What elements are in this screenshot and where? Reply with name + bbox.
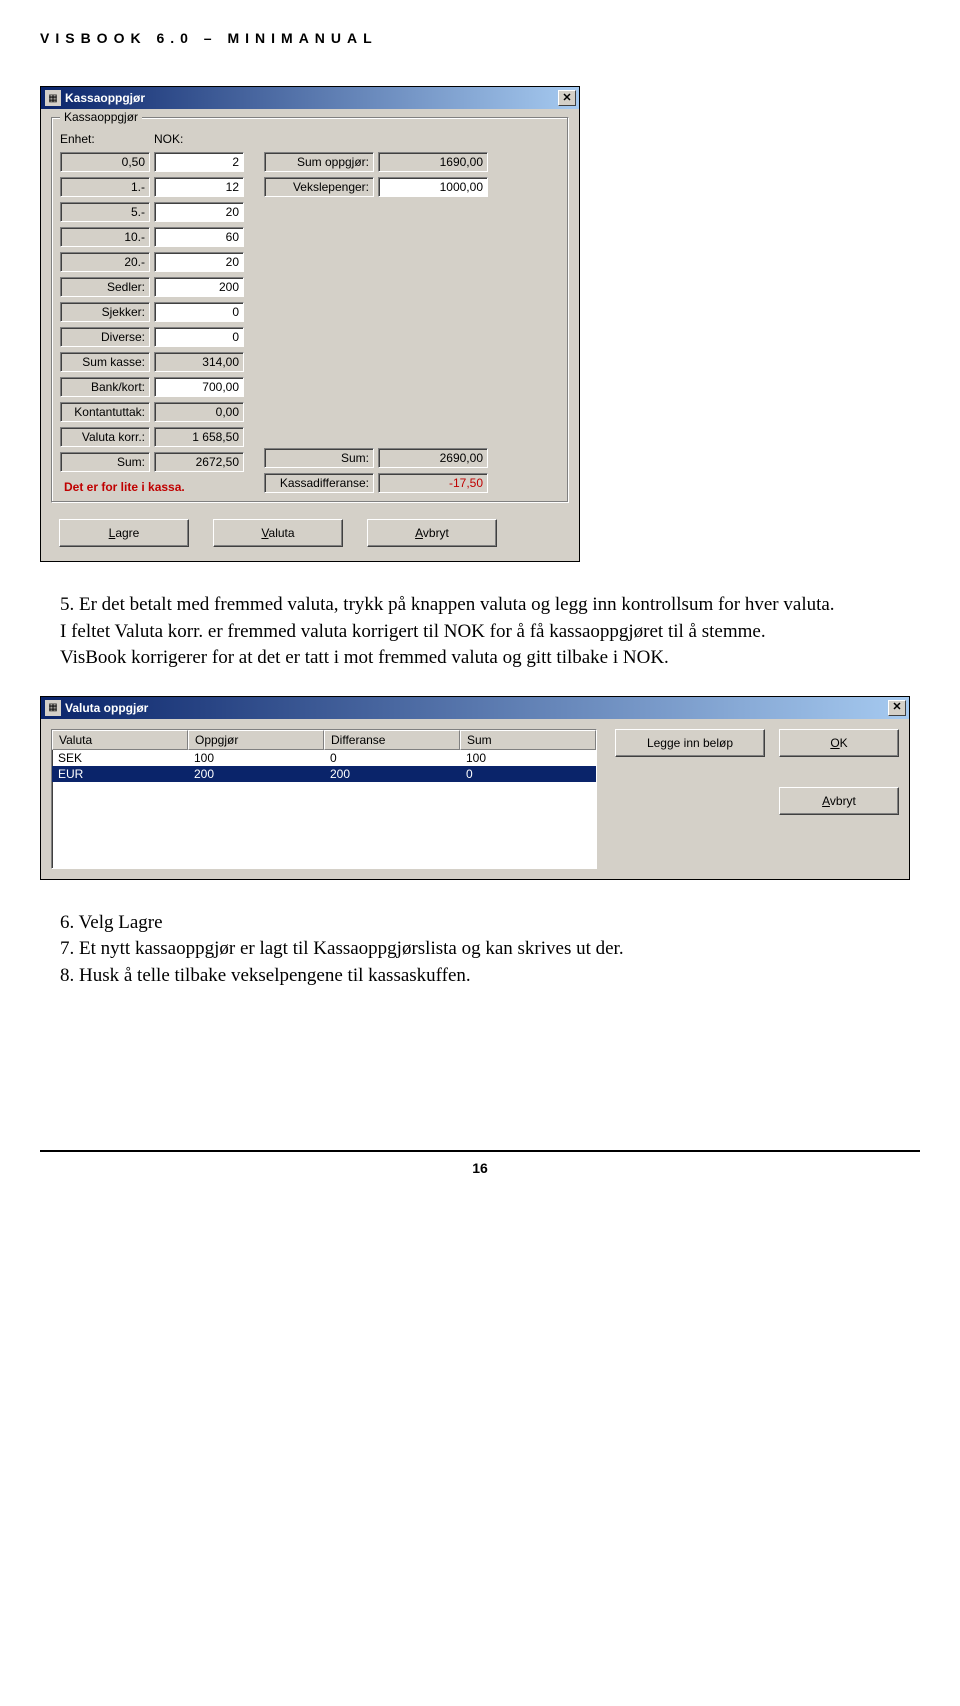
close-icon[interactable]: ✕ bbox=[888, 700, 906, 716]
vekslepenger-label: Vekslepenger: bbox=[264, 177, 374, 197]
ok-button[interactable]: OK bbox=[779, 729, 899, 757]
nok-input[interactable]: 20 bbox=[154, 252, 244, 272]
legge-inn-button[interactable]: Legge inn beløp bbox=[615, 729, 765, 757]
nok-header: NOK: bbox=[154, 132, 244, 146]
valuta-titlebar: ▦ Valuta oppgjør ✕ bbox=[41, 697, 909, 719]
instruction-5: 5. Er det betalt med fremmed valuta, try… bbox=[60, 592, 900, 672]
kassadiff-value: -17,50 bbox=[378, 473, 488, 493]
nok-input[interactable]: 200 bbox=[154, 277, 244, 297]
close-icon[interactable]: ✕ bbox=[558, 90, 576, 106]
right-sum-value: 2690,00 bbox=[378, 448, 488, 468]
nok-cell: 1 658,50 bbox=[154, 427, 244, 447]
kassa-left-column: Enhet: NOK: 0,502 1.-12 5.-20 10.-60 20.… bbox=[60, 132, 244, 494]
kassa-groupbox: Kassaoppgjør Enhet: NOK: 0,502 1.-12 5.-… bbox=[51, 117, 569, 503]
avbryt-button[interactable]: Avbryt bbox=[779, 787, 899, 815]
app-icon: ▦ bbox=[45, 90, 61, 106]
instructions-6-8: 6. Velg Lagre 7. Et nytt kassaoppgjør er… bbox=[60, 910, 900, 990]
nok-input[interactable]: 12 bbox=[154, 177, 244, 197]
nok-input[interactable]: 60 bbox=[154, 227, 244, 247]
kassa-group-label: Kassaoppgjør bbox=[60, 110, 142, 124]
enhet-cell: Kontantuttak: bbox=[60, 402, 150, 422]
enhet-cell: 0,50 bbox=[60, 152, 150, 172]
nok-cell: 314,00 bbox=[154, 352, 244, 372]
kassa-titlebar: ▦ Kassaoppgjør ✕ bbox=[41, 87, 579, 109]
col-valuta[interactable]: Valuta bbox=[52, 730, 188, 750]
nok-input[interactable]: 0 bbox=[154, 327, 244, 347]
kassa-window: ▦ Kassaoppgjør ✕ Kassaoppgjør Enhet: NOK… bbox=[40, 86, 580, 562]
valuta-table-header: Valuta Oppgjør Differanse Sum bbox=[52, 730, 596, 750]
enhet-cell: Bank/kort: bbox=[60, 377, 150, 397]
col-differanse[interactable]: Differanse bbox=[324, 730, 460, 750]
app-icon: ▦ bbox=[45, 700, 61, 716]
sum-oppgjor-label: Sum oppgjør: bbox=[264, 152, 374, 172]
nok-input[interactable]: 20 bbox=[154, 202, 244, 222]
page-header: VISBOOK 6.0 – MINIMANUAL bbox=[40, 30, 920, 46]
enhet-cell: 10.- bbox=[60, 227, 150, 247]
enhet-cell: Sjekker: bbox=[60, 302, 150, 322]
valuta-table[interactable]: Valuta Oppgjør Differanse Sum SEK 100 0 … bbox=[51, 729, 597, 869]
kassa-right-column: Sum oppgjør:1690,00 Vekslepenger:1000,00… bbox=[264, 132, 488, 494]
enhet-cell: Sedler: bbox=[60, 277, 150, 297]
table-row[interactable]: SEK 100 0 100 bbox=[52, 750, 596, 766]
enhet-cell: 1.- bbox=[60, 177, 150, 197]
nok-cell: 0,00 bbox=[154, 402, 244, 422]
col-sum[interactable]: Sum bbox=[460, 730, 596, 750]
kassa-button-bar: Lagre Valuta Avbryt bbox=[41, 509, 579, 561]
enhet-cell: Valuta korr.: bbox=[60, 427, 150, 447]
nok-input[interactable]: 2 bbox=[154, 152, 244, 172]
nok-input[interactable]: 0 bbox=[154, 302, 244, 322]
error-message: Det er for lite i kassa. bbox=[60, 476, 244, 494]
right-sum-label: Sum: bbox=[264, 448, 374, 468]
lagre-button[interactable]: Lagre bbox=[59, 519, 189, 547]
enhet-cell: Sum kasse: bbox=[60, 352, 150, 372]
avbryt-button[interactable]: Avbryt bbox=[367, 519, 497, 547]
enhet-cell: 5.- bbox=[60, 202, 150, 222]
valuta-title: Valuta oppgjør bbox=[65, 701, 888, 715]
valuta-window: ▦ Valuta oppgjør ✕ Valuta Oppgjør Differ… bbox=[40, 696, 910, 880]
kassadiff-label: Kassadifferanse: bbox=[264, 473, 374, 493]
enhet-header: Enhet: bbox=[60, 132, 150, 146]
kassa-title: Kassaoppgjør bbox=[65, 91, 558, 105]
enhet-cell: 20.- bbox=[60, 252, 150, 272]
nok-input[interactable]: 700,00 bbox=[154, 377, 244, 397]
table-row[interactable]: EUR 200 200 0 bbox=[52, 766, 596, 782]
enhet-cell: Sum: bbox=[60, 452, 150, 472]
col-oppgjor[interactable]: Oppgjør bbox=[188, 730, 324, 750]
nok-cell: 2672,50 bbox=[154, 452, 244, 472]
enhet-cell: Diverse: bbox=[60, 327, 150, 347]
valuta-button[interactable]: Valuta bbox=[213, 519, 343, 547]
vekslepenger-input[interactable]: 1000,00 bbox=[378, 177, 488, 197]
page-number: 16 bbox=[40, 1150, 920, 1176]
sum-oppgjor-value: 1690,00 bbox=[378, 152, 488, 172]
